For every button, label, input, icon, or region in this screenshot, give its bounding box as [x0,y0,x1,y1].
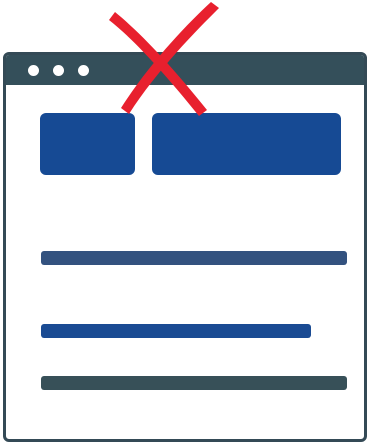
content-block-wide [152,113,341,175]
content-block-small [40,113,135,175]
text-line-2 [41,324,311,338]
window-control-dot [53,65,64,76]
illustration [0,0,367,443]
browser-window-illustration [3,52,367,442]
window-control-dot [78,65,89,76]
text-line-3 [41,376,347,390]
window-control-dot [28,65,39,76]
text-line-1 [41,251,347,265]
window-titlebar [6,55,364,85]
